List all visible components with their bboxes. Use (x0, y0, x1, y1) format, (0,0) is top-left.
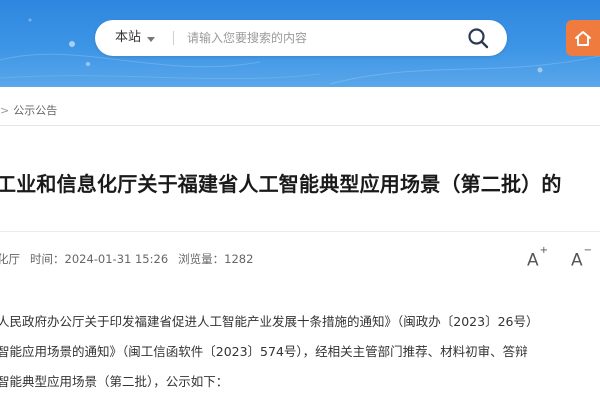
search-divider (173, 31, 174, 45)
article-source: 化厅 (0, 252, 20, 266)
page: 本站 >公示公告 工业和信息化厅关于福建省人工智能典型应用场景（第二批）的 (0, 0, 600, 400)
article-paragraph-line: 人民政府办公厅关于印发福建省促进人工智能产业发展十条措施的通知》（闽政办〔202… (0, 314, 539, 329)
search-scope-label: 本站 (115, 30, 142, 45)
article-time: 时间：2024-01-31 15:26 (30, 252, 168, 266)
font-decrease-button[interactable]: A− (571, 245, 593, 271)
chevron-down-icon (147, 36, 156, 42)
time-label: 时间： (30, 252, 65, 266)
search-button[interactable] (467, 27, 489, 49)
article-meta: 化厅 时间：2024-01-31 15:26 浏览量：1282 (0, 251, 263, 267)
breadcrumb: > 公示公告 (0, 102, 57, 118)
font-increase-letter: A (527, 250, 539, 271)
search-icon (468, 28, 489, 49)
minus-icon: − (583, 245, 593, 256)
views-value: 1282 (224, 252, 254, 266)
font-decrease-letter: A (571, 250, 583, 271)
breadcrumb-divider (0, 125, 600, 126)
plus-icon: + (539, 245, 549, 256)
time-value: 2024-01-31 15:26 (64, 252, 169, 266)
views-label: 浏览量： (178, 252, 225, 266)
font-increase-button[interactable]: A+ (527, 245, 549, 271)
search-scope-select[interactable]: 本站 (115, 20, 156, 56)
header-banner: 本站 (0, 0, 600, 87)
search-input[interactable] (187, 26, 449, 50)
orange-action-icon (575, 31, 591, 46)
article-title: 工业和信息化厅关于福建省人工智能典型应用场景（第二批）的 (0, 172, 562, 196)
article-paragraph-line: 智能典型应用场景（第二批），公示如下： (0, 374, 229, 389)
breadcrumb-separator: > (0, 104, 10, 117)
article-views: 浏览量：1282 (178, 252, 253, 266)
title-divider (0, 231, 600, 232)
article-paragraph-line: 智能应用场景的通知》（闽工信函软件〔2023〕574号），经相关主管部门推荐、材… (0, 344, 528, 359)
breadcrumb-current[interactable]: 公示公告 (13, 104, 57, 117)
search-bar: 本站 (95, 20, 507, 56)
orange-action-button[interactable] (566, 20, 600, 56)
